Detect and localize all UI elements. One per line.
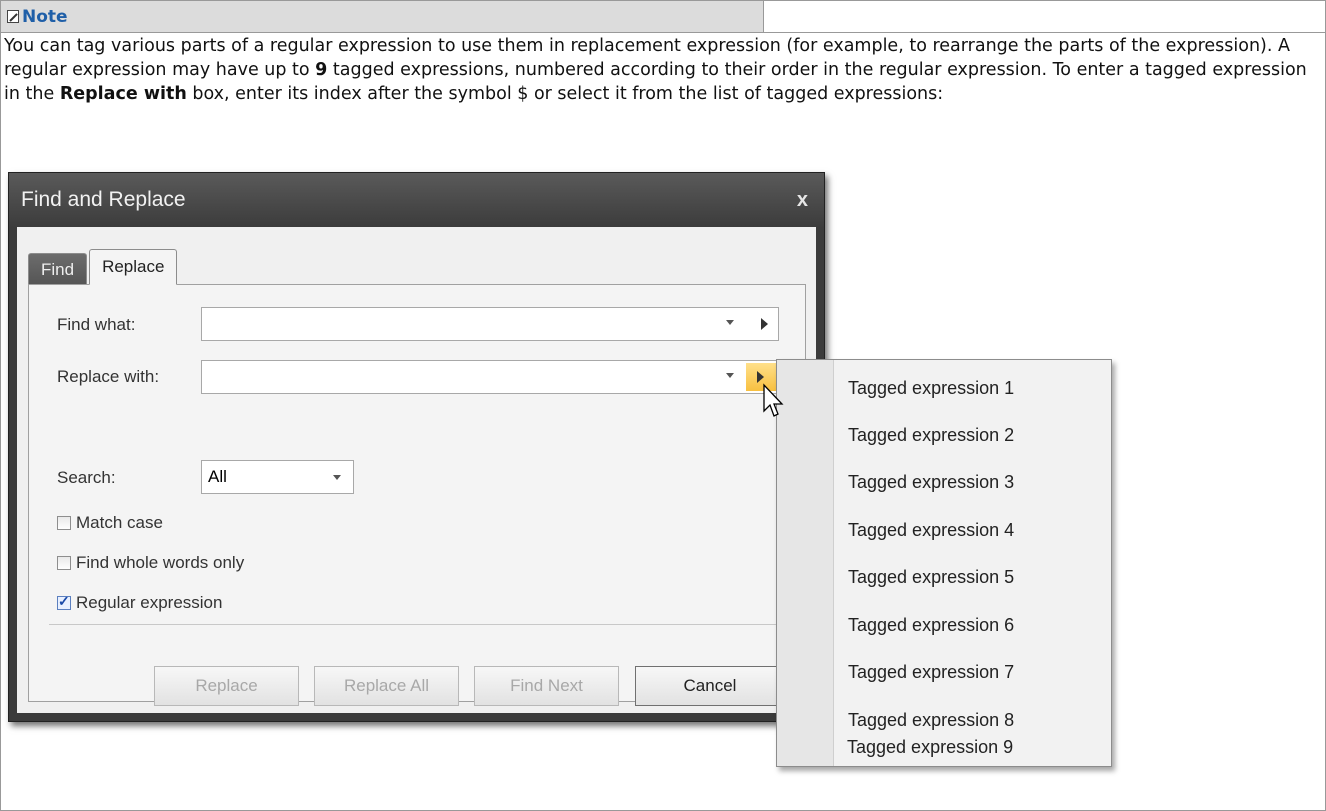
- menu-item-tagged-8[interactable]: Tagged expression 8: [848, 710, 1014, 731]
- separator: [49, 624, 789, 625]
- search-label: Search:: [57, 468, 116, 487]
- dropdown-arrow-icon[interactable]: [726, 320, 734, 325]
- search-select-value: All: [208, 467, 227, 486]
- menu-item-tagged-1[interactable]: Tagged expression 1: [848, 378, 1014, 399]
- dialog-body: Find Replace Find what: Replace with: Se…: [17, 227, 816, 713]
- tab-replace[interactable]: Replace: [89, 249, 178, 285]
- note-title-text: Note: [22, 6, 68, 27]
- note-title: Note: [1, 1, 763, 32]
- cancel-button[interactable]: Cancel: [635, 666, 785, 706]
- submenu-arrow-icon[interactable]: [761, 318, 768, 330]
- tab-strip: Find Replace: [28, 249, 178, 285]
- note-text-3: box, enter its index after the symbol $ …: [186, 84, 944, 104]
- find-replace-dialog: Find and Replace x Find Replace Find wha…: [8, 172, 825, 722]
- find-what-label: Find what:: [57, 315, 136, 334]
- find-what-combo[interactable]: [201, 307, 779, 341]
- note-icon: [7, 10, 19, 23]
- mouse-pointer-icon: [763, 383, 784, 417]
- whole-words-label[interactable]: Find whole words only: [76, 553, 244, 573]
- note-bold-9: 9: [315, 60, 328, 80]
- note-bold-replace-with: Replace with: [59, 84, 187, 104]
- match-case-checkbox[interactable]: Match case: [57, 513, 163, 533]
- find-next-button[interactable]: Find Next: [474, 666, 619, 706]
- regular-expression-label[interactable]: Regular expression: [76, 593, 222, 613]
- menu-item-tagged-2[interactable]: Tagged expression 2: [848, 425, 1014, 446]
- checkbox-box[interactable]: [57, 556, 71, 570]
- dropdown-arrow-icon[interactable]: [726, 373, 734, 378]
- menu-item-tagged-7[interactable]: Tagged expression 7: [848, 662, 1014, 683]
- dropdown-arrow-icon[interactable]: [333, 475, 341, 480]
- menu-item-tagged-5[interactable]: Tagged expression 5: [848, 567, 1014, 588]
- replace-all-button[interactable]: Replace All: [314, 666, 459, 706]
- match-case-label[interactable]: Match case: [76, 513, 163, 533]
- dialog-title: Find and Replace: [21, 188, 186, 211]
- menu-item-tagged-4[interactable]: Tagged expression 4: [848, 520, 1014, 541]
- replace-button[interactable]: Replace: [154, 666, 299, 706]
- tab-find[interactable]: Find: [28, 253, 88, 285]
- regular-expression-checkbox[interactable]: Regular expression: [57, 593, 222, 613]
- tagged-expression-menu: Tagged expression 1 Tagged expression 2 …: [776, 359, 1112, 767]
- menu-item-tagged-3[interactable]: Tagged expression 3: [848, 472, 1014, 493]
- replace-tab-panel: Find what: Replace with: Search: All Mat…: [28, 284, 806, 706]
- note-paragraph: You can tag various parts of a regular e…: [4, 34, 1320, 106]
- menu-gutter: [777, 360, 834, 766]
- check-icon[interactable]: [57, 593, 71, 610]
- replace-with-combo[interactable]: [201, 360, 779, 394]
- menu-item-tagged-6[interactable]: Tagged expression 6: [848, 615, 1014, 636]
- dialog-titlebar[interactable]: Find and Replace x: [9, 173, 824, 227]
- menu-item-tagged-9[interactable]: Tagged expression 9: [847, 737, 1013, 758]
- close-icon[interactable]: x: [797, 189, 808, 212]
- search-select[interactable]: All: [201, 460, 354, 494]
- note-header-right: [763, 0, 1326, 33]
- note-header: Note: [0, 0, 764, 33]
- whole-words-checkbox[interactable]: Find whole words only: [57, 553, 244, 573]
- checkbox-box[interactable]: [57, 516, 71, 530]
- replace-with-label: Replace with:: [57, 367, 160, 386]
